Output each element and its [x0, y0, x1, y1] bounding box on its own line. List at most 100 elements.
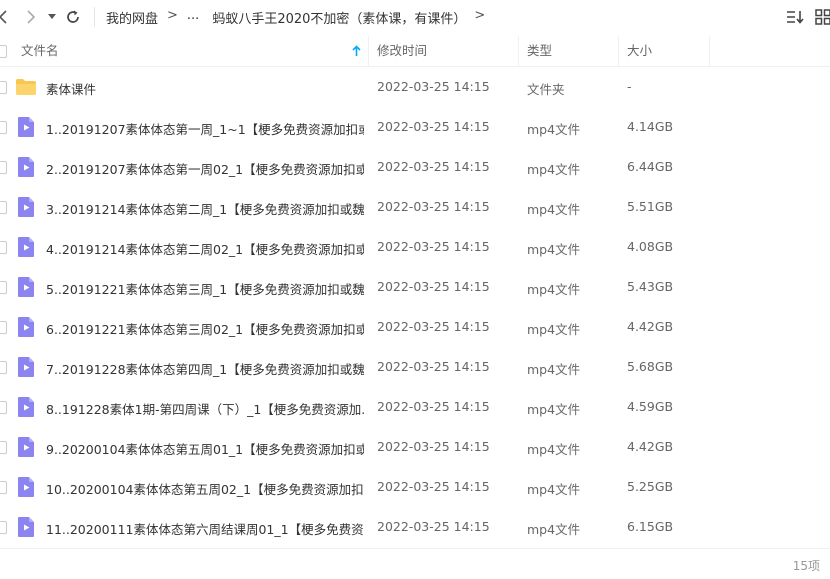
file-name[interactable]: 11..20200111素体体态第六周结课周01_1【梗多免费资...: [46, 519, 364, 538]
file-name[interactable]: 3..20191214素体体态第二周_1【梗多免费资源加扣或魏...: [46, 199, 364, 218]
modified-time: 2022-03-25 14:15: [377, 359, 490, 374]
file-size: 5.68GB: [627, 359, 673, 374]
column-header-modified[interactable]: 修改时间: [377, 36, 427, 66]
file-size: 6.44GB: [627, 159, 673, 174]
refresh-icon: [65, 9, 81, 25]
column-header-name[interactable]: 文件名: [21, 36, 59, 66]
modified-time: 2022-03-25 14:15: [377, 519, 490, 534]
grid-view-button[interactable]: [814, 6, 830, 28]
breadcrumb-root[interactable]: 我的网盘: [106, 8, 158, 27]
file-row[interactable]: 6..20191221素体体态第三周02_1【梗多免费资源加扣或... 2022-…: [0, 307, 830, 347]
column-header-type[interactable]: 类型: [527, 36, 552, 66]
row-checkbox[interactable]: [0, 81, 7, 94]
file-row[interactable]: 8..191228素体1期-第四周课（下）_1【梗多免费资源加... 2022-0…: [0, 387, 830, 427]
file-size: 4.08GB: [627, 239, 673, 254]
row-checkbox[interactable]: [0, 321, 7, 334]
file-type: 文件夹: [527, 79, 565, 98]
row-checkbox[interactable]: [0, 361, 7, 374]
breadcrumb: 我的网盘 > ... 蚂蚁八手王2020不加密（素体课，有课件） >: [106, 8, 494, 27]
file-name[interactable]: 8..191228素体1期-第四周课（下）_1【梗多免费资源加...: [46, 399, 364, 418]
file-name[interactable]: 4..20191214素体体态第二周02_1【梗多免费资源加扣或...: [46, 239, 364, 258]
file-name[interactable]: 6..20191221素体体态第三周02_1【梗多免费资源加扣或...: [46, 319, 364, 338]
video-file-icon: [17, 156, 35, 178]
file-row[interactable]: 11..20200111素体体态第六周结课周01_1【梗多免费资... 2022-…: [0, 507, 830, 547]
back-button[interactable]: [0, 6, 10, 28]
column-header-size[interactable]: 大小: [627, 36, 652, 66]
item-count: 15项: [793, 557, 820, 574]
select-all-checkbox[interactable]: [0, 45, 7, 58]
file-size: 4.42GB: [627, 319, 673, 334]
file-row[interactable]: 10..20200104素体体态第五周02_1【梗多免费资源加扣... 2022-…: [0, 467, 830, 507]
video-file-icon: [17, 316, 35, 338]
file-type: mp4文件: [527, 439, 580, 458]
video-file-icon: [17, 396, 35, 418]
file-name[interactable]: 2..20191207素体体态第一周02_1【梗多免费资源加扣或...: [46, 159, 364, 178]
row-checkbox[interactable]: [0, 481, 7, 494]
forward-button[interactable]: [24, 6, 38, 28]
file-size: 4.14GB: [627, 119, 673, 134]
file-row[interactable]: 4..20191214素体体态第二周02_1【梗多免费资源加扣或... 2022-…: [0, 227, 830, 267]
file-size: 5.43GB: [627, 279, 673, 294]
folder-icon: [15, 78, 37, 96]
video-file-icon: [17, 356, 35, 378]
column-divider[interactable]: [709, 36, 710, 66]
folder-row[interactable]: 素体课件 2022-03-25 14:15 文件夹 -: [0, 67, 830, 107]
history-dropdown-button[interactable]: [46, 6, 58, 28]
file-row[interactable]: 2..20191207素体体态第一周02_1【梗多免费资源加扣或... 2022-…: [0, 147, 830, 187]
file-name[interactable]: 5..20191221素体体态第三周_1【梗多免费资源加扣或魏...: [46, 279, 364, 298]
column-divider[interactable]: [368, 36, 369, 66]
file-row[interactable]: 5..20191221素体体态第三周_1【梗多免费资源加扣或魏...2022-0…: [0, 267, 830, 307]
modified-time: 2022-03-25 14:15: [377, 159, 490, 174]
file-type: mp4文件: [527, 279, 580, 298]
breadcrumb-current[interactable]: 蚂蚁八手王2020不加密（素体课，有课件）: [212, 8, 466, 27]
row-checkbox[interactable]: [0, 281, 7, 294]
file-size: 4.42GB: [627, 439, 673, 454]
modified-time: 2022-03-25 14:15: [377, 399, 490, 414]
file-name[interactable]: 9..20200104素体体态第五周01_1【梗多免费资源加扣或...: [46, 439, 364, 458]
file-type: mp4文件: [527, 319, 580, 338]
breadcrumb-ellipsis[interactable]: ...: [187, 8, 199, 27]
file-name[interactable]: 10..20200104素体体态第五周02_1【梗多免费资源加扣...: [46, 479, 364, 498]
modified-time: 2022-03-25 14:15: [377, 479, 490, 494]
row-checkbox[interactable]: [0, 241, 7, 254]
file-row[interactable]: 1..20191207素体体态第一周_1~1【梗多免费资源加扣或... 2022-…: [0, 107, 830, 147]
file-row[interactable]: 3..20191214素体体态第二周_1【梗多免费资源加扣或魏... 2022-0…: [0, 187, 830, 227]
column-divider[interactable]: [518, 36, 519, 66]
refresh-button[interactable]: [64, 6, 82, 28]
row-checkbox[interactable]: [0, 441, 7, 454]
file-name[interactable]: 1..20191207素体体态第一周_1~1【梗多免费资源加扣或...: [46, 119, 364, 138]
file-size: -: [627, 79, 632, 94]
row-checkbox[interactable]: [0, 521, 7, 534]
toolbar: 我的网盘 > ... 蚂蚁八手王2020不加密（素体课，有课件） >: [0, 0, 830, 34]
file-size: 5.51GB: [627, 199, 673, 214]
sort-ascending-icon[interactable]: [352, 45, 361, 57]
row-checkbox[interactable]: [0, 161, 7, 174]
modified-time: 2022-03-25 14:15: [377, 79, 490, 94]
video-file-icon: [17, 516, 35, 538]
toolbar-divider: [94, 7, 95, 27]
row-checkbox[interactable]: [0, 121, 7, 134]
modified-time: 2022-03-25 14:15: [377, 119, 490, 134]
breadcrumb-separator: >: [167, 8, 178, 27]
video-file-icon: [17, 236, 35, 258]
modified-time: 2022-03-25 14:15: [377, 199, 490, 214]
file-type: mp4文件: [527, 359, 580, 378]
modified-time: 2022-03-25 14:15: [377, 239, 490, 254]
modified-time: 2022-03-25 14:15: [377, 319, 490, 334]
video-file-icon: [17, 276, 35, 298]
sort-button[interactable]: [786, 6, 804, 28]
row-checkbox[interactable]: [0, 401, 7, 414]
chevron-left-icon: [0, 10, 8, 24]
video-file-icon: [17, 476, 35, 498]
file-name[interactable]: 7..20191228素体体态第四周_1【梗多免费资源加扣或魏...: [46, 359, 364, 378]
file-row[interactable]: 7..20191228素体体态第四周_1【梗多免费资源加扣或魏... 2022-0…: [0, 347, 830, 387]
file-type: mp4文件: [527, 519, 580, 538]
column-divider[interactable]: [618, 36, 619, 66]
sort-icon: [786, 9, 804, 25]
file-size: 6.15GB: [627, 519, 673, 534]
file-row[interactable]: 9..20200104素体体态第五周01_1【梗多免费资源加扣或...2022-…: [0, 427, 830, 467]
file-name[interactable]: 素体课件: [46, 79, 364, 98]
video-file-icon: [17, 436, 35, 458]
file-type: mp4文件: [527, 159, 580, 178]
row-checkbox[interactable]: [0, 201, 7, 214]
